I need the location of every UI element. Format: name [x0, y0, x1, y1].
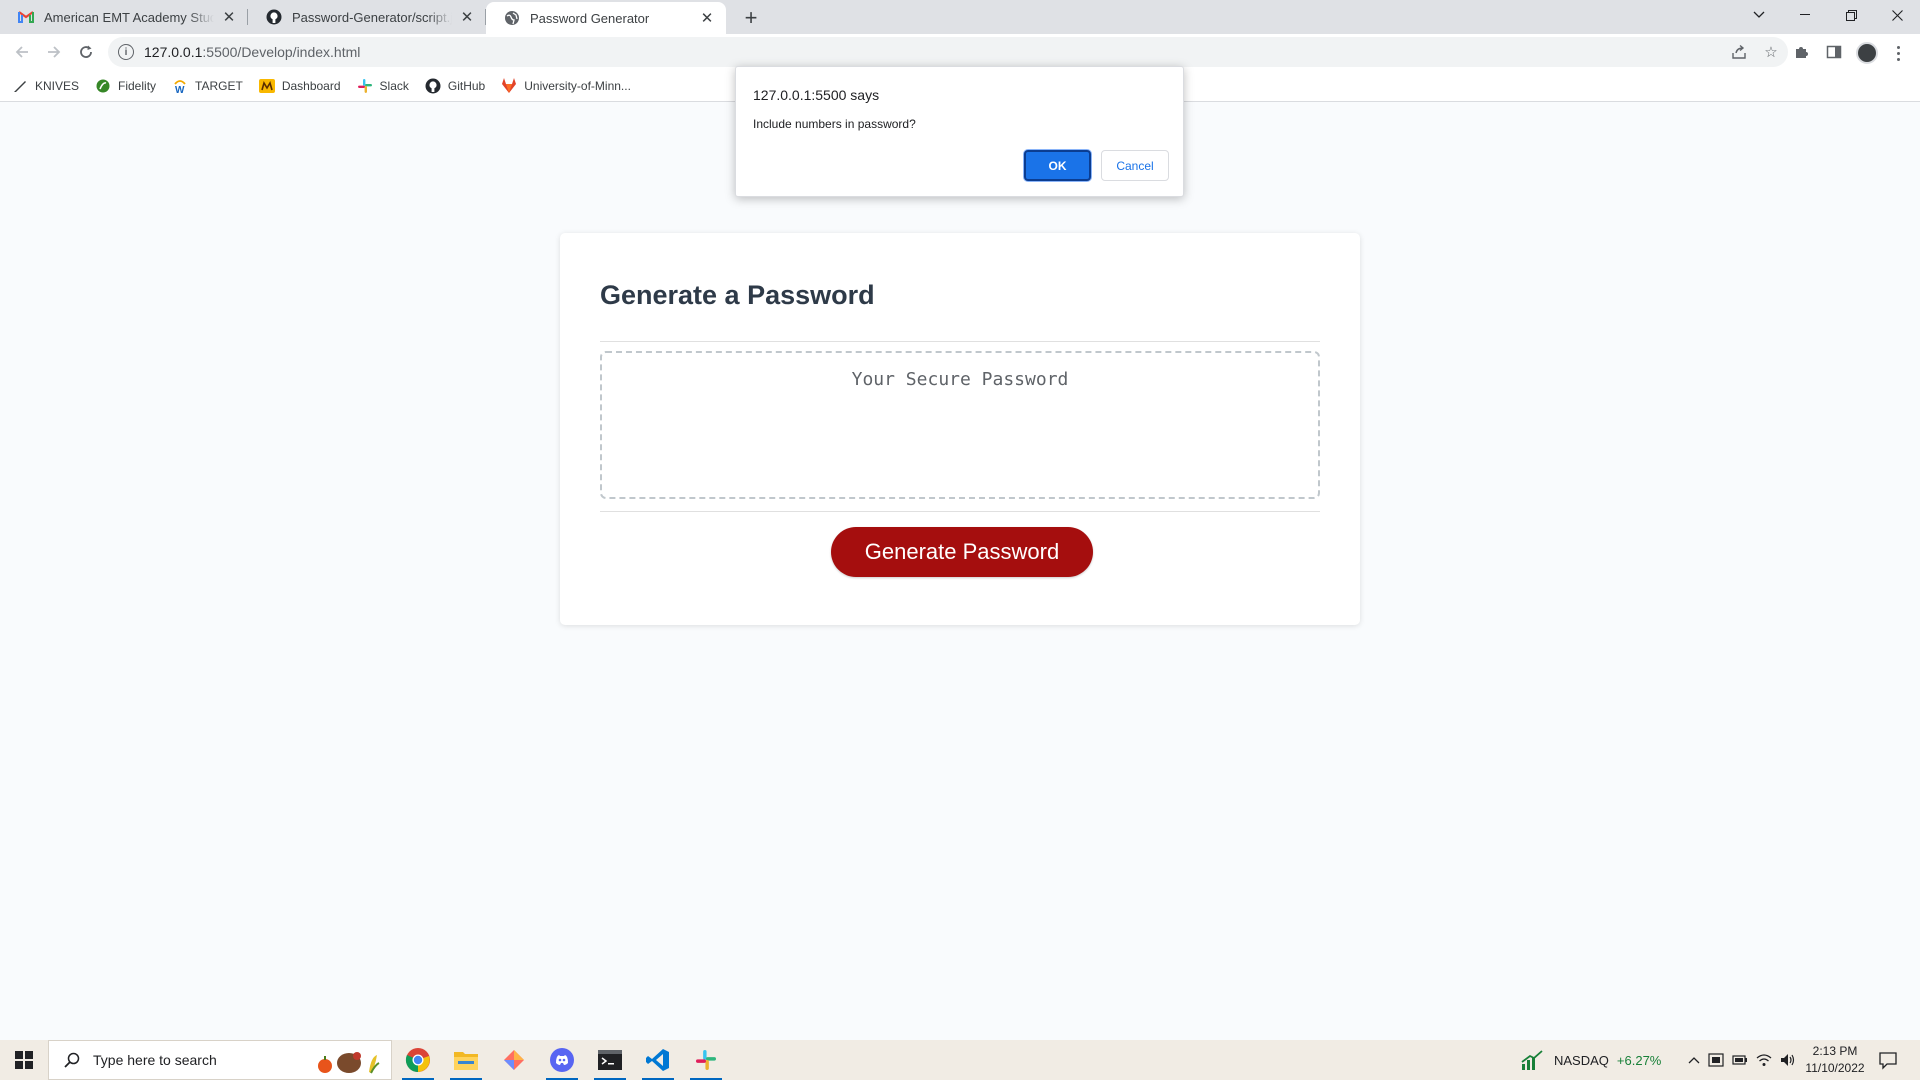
ok-button[interactable]: OK — [1024, 150, 1091, 181]
close-window-icon[interactable] — [1874, 0, 1920, 30]
bookmark-star-icon[interactable]: ☆ — [1762, 43, 1780, 61]
password-box — [600, 351, 1320, 499]
search-placeholder: Type here to search — [93, 1052, 217, 1068]
battery-icon[interactable] — [1732, 1054, 1748, 1066]
tab-title: Password Generator — [530, 10, 650, 26]
discord-icon[interactable] — [538, 1040, 586, 1080]
bookmark-dashboard[interactable]: Dashboard — [258, 78, 341, 94]
slack-taskbar-icon[interactable] — [682, 1040, 730, 1080]
bookmark-slack[interactable]: Slack — [357, 78, 409, 94]
divider — [600, 341, 1320, 342]
close-tab-icon[interactable]: ✕ — [698, 9, 716, 27]
divider — [600, 511, 1320, 512]
windows-start-icon[interactable] — [0, 1040, 48, 1080]
close-tab-icon[interactable]: ✕ — [220, 8, 238, 26]
restore-icon[interactable] — [1828, 0, 1874, 30]
slack-icon — [357, 78, 373, 94]
gmail-icon — [18, 9, 34, 25]
extensions-puzzle-icon[interactable] — [1792, 42, 1812, 62]
wifi-icon[interactable] — [1756, 1053, 1772, 1067]
cancel-button[interactable]: Cancel — [1101, 150, 1169, 181]
github-icon — [425, 78, 441, 94]
stock-widget[interactable]: NASDAQ +6.27% — [1520, 1040, 1661, 1080]
bookmark-github[interactable]: GitHub — [425, 78, 485, 94]
globe-icon — [504, 10, 520, 26]
clock-time: 2:13 PM — [1812, 1044, 1858, 1058]
clock-date: 11/10/2022 — [1805, 1061, 1865, 1075]
minimize-icon[interactable] — [1782, 0, 1828, 30]
vscode-icon[interactable] — [634, 1040, 682, 1080]
dialog-message: Include numbers in password? — [753, 117, 916, 131]
file-explorer-icon[interactable] — [442, 1040, 490, 1080]
target-w-icon: W — [172, 78, 188, 94]
profile-avatar[interactable] — [1856, 42, 1878, 64]
menu-kebab-icon[interactable] — [1892, 42, 1904, 64]
tab-strip: American EMT Academy Student ✕ Password-… — [0, 0, 1920, 34]
side-panel-icon[interactable] — [1824, 42, 1844, 62]
show-hidden-icons-icon[interactable] — [1688, 1056, 1700, 1064]
tab-title: American EMT Academy Student — [44, 9, 214, 25]
generate-password-button[interactable]: Generate Password — [831, 527, 1093, 577]
search-highlight-icon — [311, 1047, 383, 1075]
close-tab-icon[interactable]: ✕ — [458, 8, 476, 26]
stock-name: NASDAQ — [1554, 1052, 1609, 1068]
confirm-dialog: 127.0.0.1:5500 says Include numbers in p… — [735, 66, 1184, 197]
tab-title: Password-Generator/script.js at m — [292, 9, 452, 25]
new-tab-icon[interactable]: + — [738, 5, 764, 31]
bookmark-knives[interactable]: KNIVES — [12, 78, 79, 94]
page-viewport: Generate a Password Generate Password — [0, 103, 1920, 1040]
page-title: Generate a Password — [600, 280, 875, 310]
volume-icon[interactable] — [1780, 1053, 1796, 1067]
bookmark-target[interactable]: W TARGET — [172, 78, 243, 94]
tab-password-generator[interactable]: Password Generator ✕ — [486, 2, 726, 34]
tab-gmail[interactable]: American EMT Academy Student ✕ — [0, 0, 248, 34]
password-card: Generate a Password Generate Password — [560, 233, 1360, 625]
chrome-taskbar-icon[interactable] — [394, 1040, 442, 1080]
gitlab-icon — [501, 78, 517, 94]
terminal-icon[interactable] — [586, 1040, 634, 1080]
share-icon[interactable] — [1730, 43, 1748, 61]
stock-change: +6.27% — [1616, 1052, 1662, 1068]
tab-search-chevron-icon[interactable] — [1736, 0, 1782, 30]
gitkraken-icon[interactable] — [490, 1040, 538, 1080]
taskbar-search-box[interactable]: Type here to search — [48, 1040, 392, 1080]
password-output[interactable] — [602, 369, 1318, 497]
fidelity-icon — [95, 78, 111, 94]
back-icon[interactable] — [8, 38, 36, 66]
system-clock[interactable]: 2:13 PM 11/10/2022 — [1800, 1043, 1870, 1077]
windows-taskbar: Type here to search NASDAQ +6.27% 2:13 P… — [0, 1040, 1920, 1080]
stock-chart-icon — [1520, 1050, 1544, 1070]
url-text: 127.0.0.1:5500/Develop/index.html — [144, 44, 361, 60]
forward-icon[interactable] — [40, 38, 68, 66]
address-bar[interactable]: i 127.0.0.1:5500/Develop/index.html ☆ — [108, 37, 1788, 67]
dialog-title: 127.0.0.1:5500 says — [753, 87, 880, 103]
system-tray — [1688, 1040, 1796, 1080]
github-icon — [266, 9, 282, 25]
dashboard-icon — [258, 78, 275, 94]
knife-icon — [12, 78, 28, 94]
tab-github[interactable]: Password-Generator/script.js at m ✕ — [248, 0, 486, 34]
site-info-icon[interactable]: i — [118, 44, 134, 60]
svg-text:W: W — [175, 85, 185, 94]
meet-now-icon[interactable] — [1708, 1053, 1724, 1067]
reload-icon[interactable] — [72, 38, 100, 66]
search-icon — [63, 1051, 81, 1069]
bookmark-fidelity[interactable]: Fidelity — [95, 78, 156, 94]
bookmark-university[interactable]: University-of-Minn... — [501, 78, 631, 94]
notifications-icon[interactable] — [1878, 1050, 1898, 1070]
browser-toolbar: i 127.0.0.1:5500/Develop/index.html ☆ — [0, 34, 1920, 70]
